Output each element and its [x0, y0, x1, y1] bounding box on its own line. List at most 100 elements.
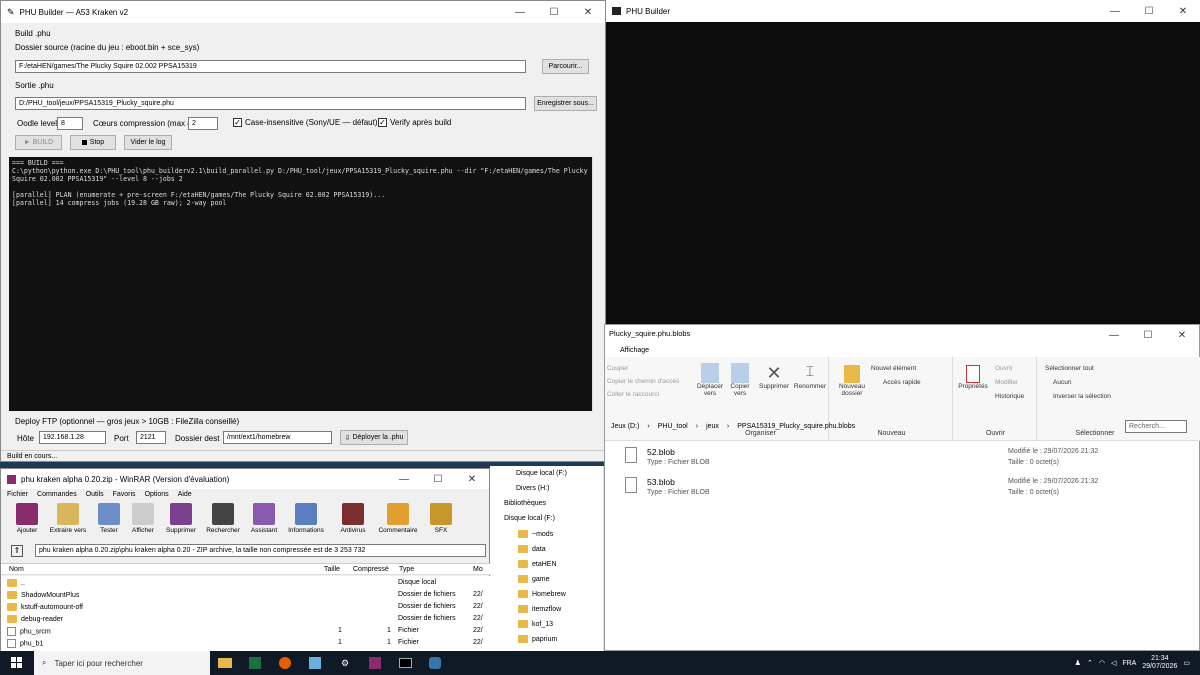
test-button[interactable]: Tester [91, 503, 127, 534]
menu-item[interactable]: Commandes [37, 491, 77, 498]
checkbox-checked-icon[interactable]: ✓ [378, 118, 387, 128]
file-explorer-taskbar-icon[interactable] [210, 651, 240, 675]
log-scrollbar[interactable] [592, 157, 604, 411]
breadcrumb-item[interactable]: PHU_tool [658, 423, 688, 433]
rename-button[interactable]: ⌶ Renommer [793, 363, 827, 390]
notepad-taskbar-icon[interactable] [300, 651, 330, 675]
paste-shortcut-button[interactable]: Coller le raccourci [607, 391, 659, 398]
winrar-titlebar[interactable]: phu kraken alpha 0.20.zip - WinRAR (Vers… [1, 469, 489, 489]
clear-log-button[interactable]: Vider le log [124, 135, 172, 150]
menu-item[interactable]: Fichier [7, 491, 28, 498]
clock[interactable]: 21:34 29/07/2026 [1142, 655, 1177, 671]
nav-item[interactable]: Disque local (F:) [504, 515, 555, 522]
quick-access-button[interactable]: Accès rapide [883, 379, 921, 386]
close-icon[interactable]: ✕ [1166, 0, 1200, 22]
maximize-icon[interactable]: ☐ [1132, 0, 1166, 22]
new-item-button[interactable]: Nouvel élément [871, 365, 916, 372]
col-type[interactable]: Type [399, 566, 414, 573]
output-input[interactable]: D:/PHU_tool/jeux/PPSA15319_Plucky_squire… [15, 97, 526, 110]
builder-titlebar[interactable]: ✎ PHU Builder — A53 Kraken v2 — ☐ ✕ [1, 1, 605, 23]
stop-button[interactable]: Stop [70, 135, 116, 150]
winrar-taskbar-icon[interactable] [360, 651, 390, 675]
path-combobox[interactable]: phu kraken alpha 0.20.zip\phu kraken alp… [35, 544, 486, 557]
nav-item[interactable]: Divers (H:) [516, 485, 549, 492]
excel-taskbar-icon[interactable] [240, 651, 270, 675]
table-row[interactable]: ShadowMountPlus Dossier de fichiers 22/ [7, 591, 487, 599]
dest-input[interactable]: /mnt/ext1/homebrew [223, 431, 332, 444]
breadcrumb-item[interactable]: jeux [706, 423, 719, 433]
new-folder-button[interactable]: Nouveau dossier [835, 365, 869, 397]
winrar-window[interactable]: phu kraken alpha 0.20.zip - WinRAR (Vers… [0, 468, 491, 652]
terminal-window[interactable]: PHU Builder — ☐ ✕ [606, 0, 1200, 324]
volume-icon[interactable]: ◁ [1111, 659, 1116, 667]
move-to-button[interactable]: Déplacer vers [695, 363, 725, 397]
nav-item[interactable]: Disque local (F:) [516, 470, 567, 477]
open-button[interactable]: Ouvrir [995, 365, 1013, 372]
col-modified[interactable]: Mo [473, 566, 483, 573]
checkbox-checked-icon[interactable]: ✓ [233, 118, 242, 128]
nav-item[interactable]: paprium [518, 635, 557, 643]
python-taskbar-icon[interactable] [420, 651, 450, 675]
breadcrumb-item[interactable]: PPSA15319_Plucky_squire.phu.blobs [737, 423, 855, 433]
menu-item[interactable]: Options [145, 491, 169, 498]
history-button[interactable]: Historique [995, 393, 1024, 400]
col-name[interactable]: Nom [9, 566, 24, 573]
phu-builder-window[interactable]: ✎ PHU Builder — A53 Kraken v2 — ☐ ✕ Build … [0, 0, 606, 462]
case-checkbox[interactable]: ✓ Case-insensitive (Sony/UE — défaut) [233, 118, 378, 128]
copy-to-button[interactable]: Copier vers [725, 363, 755, 397]
minimize-icon[interactable]: — [387, 469, 421, 489]
settings-taskbar-icon[interactable]: ⚙ [330, 651, 360, 675]
close-icon[interactable]: ✕ [455, 469, 489, 489]
maximize-icon[interactable]: ☐ [537, 1, 571, 23]
view-button[interactable]: Afficher [125, 503, 161, 534]
minimize-icon[interactable]: — [1098, 0, 1132, 22]
minimize-icon[interactable]: — [1097, 325, 1131, 345]
maximize-icon[interactable]: ☐ [1131, 325, 1165, 345]
properties-button[interactable]: Propriétés [957, 365, 989, 390]
nav-item[interactable]: game [518, 575, 550, 583]
up-folder-icon[interactable]: ⇑ [11, 545, 23, 557]
sfx-button[interactable]: SFX [423, 503, 459, 534]
wizard-button[interactable]: Assistant [245, 503, 283, 534]
taskbar-search[interactable]: ⌕ Taper ici pour rechercher [34, 651, 210, 675]
firefox-taskbar-icon[interactable] [270, 651, 300, 675]
host-input[interactable]: 192.168.1.28 [39, 431, 106, 444]
minimize-icon[interactable]: — [503, 1, 537, 23]
deploy-button[interactable]: ⇩ Déployer la .phu [340, 430, 408, 445]
find-button[interactable]: Rechercher [203, 503, 243, 534]
list-item[interactable]: 53.blob Type : Fichier BLOB Modifié le :… [625, 475, 1185, 501]
info-button[interactable]: Informations [283, 503, 329, 534]
col-compressed[interactable]: Compressé [353, 566, 389, 573]
nav-item[interactable]: ~mods [518, 530, 553, 538]
nav-item[interactable]: Bibliothèques [504, 500, 546, 507]
close-icon[interactable]: ✕ [571, 1, 605, 23]
select-all-button[interactable]: Sélectionner tout [1045, 365, 1094, 372]
people-icon[interactable]: ♟ [1075, 659, 1081, 667]
nav-item[interactable]: Homebrew [518, 590, 566, 598]
col-size[interactable]: Taille [324, 566, 340, 573]
start-button[interactable] [0, 651, 34, 675]
select-none-button[interactable]: Aucun [1053, 379, 1071, 386]
browse-button[interactable]: Parcourir... [542, 59, 589, 74]
cores-spinbox[interactable]: 2 [188, 117, 218, 130]
table-row[interactable]: kstuff-automount-off Dossier de fichiers 2… [7, 603, 487, 611]
delete-button[interactable]: ✕ Supprimer [757, 363, 791, 390]
terminal-titlebar[interactable]: PHU Builder — ☐ ✕ [606, 0, 1200, 22]
port-input[interactable]: 2121 [136, 431, 166, 444]
table-row[interactable]: phu_srcm 1 1 Fichier 22/ [7, 627, 487, 636]
nav-item[interactable]: data [518, 545, 546, 553]
couper-button[interactable]: Couper [607, 365, 628, 372]
wifi-icon[interactable]: ◠ [1099, 659, 1105, 667]
maximize-icon[interactable]: ☐ [421, 469, 455, 489]
explorer-window[interactable]: Plucky_squire.phu.blobs — ☐ ✕ Affichage Co… [604, 324, 1200, 651]
oodle-spinbox[interactable]: 8 [57, 117, 83, 130]
notification-icon[interactable]: ▭ [1183, 659, 1190, 667]
antivirus-button[interactable]: Antivirus [335, 503, 371, 534]
table-row[interactable]: .. Disque local [7, 579, 487, 587]
copy-path-button[interactable]: Copier le chemin d'accès [607, 378, 679, 385]
edit-button[interactable]: Modifier [995, 379, 1018, 386]
tab-affichage[interactable]: Affichage [620, 347, 649, 354]
nav-item[interactable]: etaHEN [518, 560, 557, 568]
breadcrumb[interactable]: Jeux (D:) › PHU_tool › jeux › PPSA15319_Plu… [605, 421, 1121, 435]
delete-button[interactable]: Supprimer [161, 503, 201, 534]
